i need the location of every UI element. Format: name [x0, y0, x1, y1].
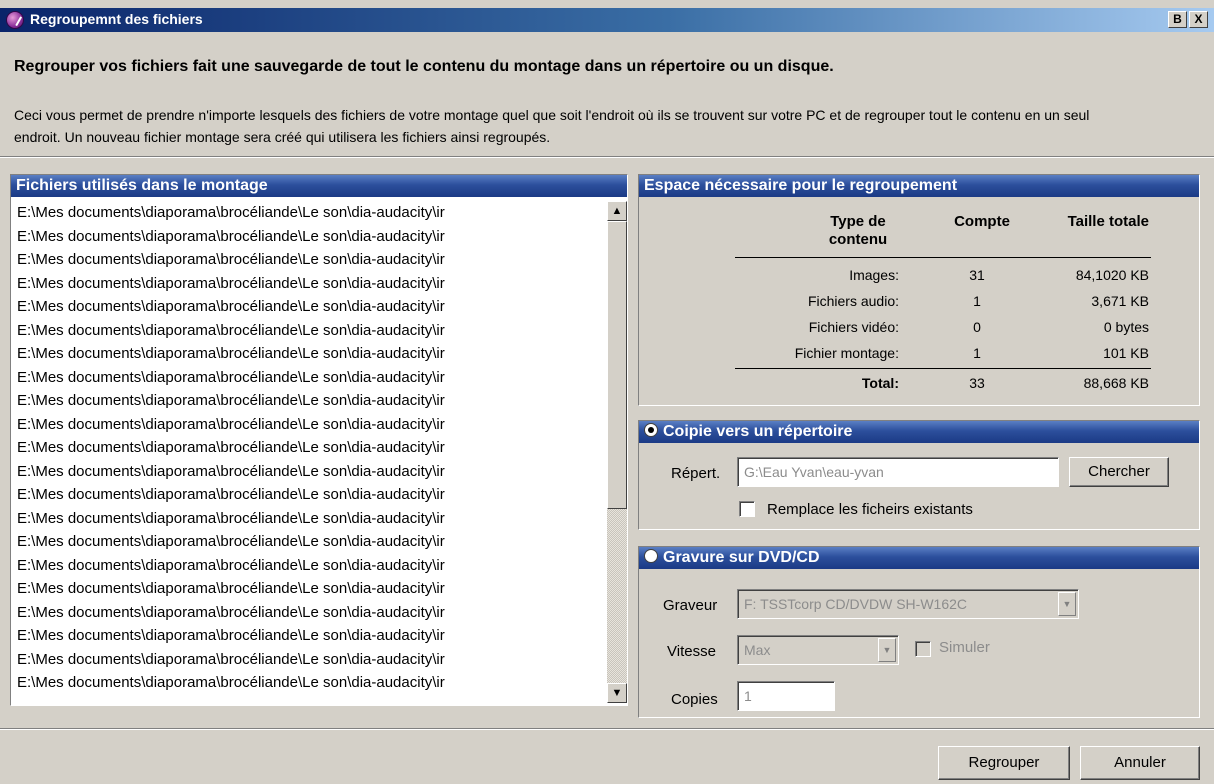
folder-label: Répert.	[671, 465, 721, 482]
copy-option-title: Coipie vers un répertoire	[663, 423, 853, 440]
burner-dropdown[interactable]: F: TSSTcorp CD/DVDW SH-W162C ▼	[737, 589, 1079, 619]
browse-button[interactable]: Chercher	[1069, 457, 1169, 487]
simulate-label: Simuler	[939, 639, 990, 656]
burner-value: F: TSSTcorp CD/DVDW SH-W162C	[744, 596, 967, 612]
scroll-down-arrow-icon[interactable]: ▼	[607, 683, 627, 703]
list-item[interactable]: E:\Mes documents\diaporama\brocéliande\L…	[11, 248, 607, 272]
window-title: Regroupemnt des fichiers	[30, 11, 203, 27]
burn-panel: Gravure sur DVD/CD Graveur F: TSSTcorp C…	[638, 546, 1200, 718]
space-panel: Espace nécessaire pour le regroupement T…	[638, 174, 1200, 406]
intro-heading: Regrouper vos fichiers fait une sauvegar…	[14, 58, 834, 75]
list-item[interactable]: E:\Mes documents\diaporama\brocéliande\L…	[11, 342, 607, 366]
list-item[interactable]: E:\Mes documents\diaporama\brocéliande\L…	[11, 624, 607, 648]
header-type-line2: contenu	[828, 231, 888, 248]
row-type: Fichiers vidéo:	[808, 319, 899, 335]
row-size: 101 KB	[1103, 345, 1149, 361]
burn-option-title: Gravure sur DVD/CD	[663, 549, 820, 566]
restore-button[interactable]: B	[1168, 11, 1187, 28]
list-item[interactable]: E:\Mes documents\diaporama\brocéliande\L…	[11, 483, 607, 507]
dropdown-arrow-icon[interactable]: ▼	[1058, 592, 1076, 616]
cancel-button[interactable]: Annuler	[1080, 746, 1200, 780]
row-type: Images:	[849, 267, 899, 283]
space-panel-title: Espace nécessaire pour le regroupement	[639, 175, 1199, 197]
close-button[interactable]: X	[1189, 11, 1208, 28]
speed-dropdown[interactable]: Max ▼	[737, 635, 899, 665]
scroll-up-arrow-icon[interactable]: ▲	[607, 201, 627, 221]
row-size: 84,1020 KB	[1075, 267, 1149, 283]
header-type: Type de contenu	[813, 213, 903, 249]
burn-option-header[interactable]: Gravure sur DVD/CD	[639, 547, 1199, 569]
row-size: 0 bytes	[1103, 319, 1149, 335]
list-item[interactable]: E:\Mes documents\diaporama\brocéliande\L…	[11, 577, 607, 601]
speed-value: Max	[744, 642, 771, 658]
files-panel: Fichiers utilisés dans le montage E:\Mes…	[10, 174, 628, 706]
copies-input[interactable]: 1	[737, 681, 835, 711]
file-list-scrollbar[interactable]: ▲ ▼	[607, 201, 627, 703]
list-item[interactable]: E:\Mes documents\diaporama\brocéliande\L…	[11, 507, 607, 531]
burn-radio[interactable]	[644, 549, 658, 563]
copy-option-header[interactable]: Coipie vers un répertoire	[639, 421, 1199, 443]
simulate-checkbox[interactable]	[915, 641, 931, 657]
scrollbar-thumb[interactable]	[607, 221, 627, 509]
speed-label: Vitesse	[667, 643, 716, 660]
row-count: 1	[973, 293, 981, 309]
total-count: 33	[969, 375, 985, 391]
regroup-button[interactable]: Regrouper	[938, 746, 1070, 780]
list-item[interactable]: E:\Mes documents\diaporama\brocéliande\L…	[11, 601, 607, 625]
list-item[interactable]: E:\Mes documents\diaporama\brocéliande\L…	[11, 530, 607, 554]
list-item[interactable]: E:\Mes documents\diaporama\brocéliande\L…	[11, 319, 607, 343]
burner-label: Graveur	[663, 597, 718, 614]
table-total-rule	[735, 368, 1151, 369]
folder-input[interactable]: G:\Eau Yvan\eau-yvan	[737, 457, 1059, 487]
app-logo-icon	[6, 11, 24, 29]
list-item[interactable]: E:\Mes documents\diaporama\brocéliande\L…	[11, 225, 607, 249]
list-item[interactable]: E:\Mes documents\diaporama\brocéliande\L…	[11, 554, 607, 578]
table-total-row: Total: 33 88,668 KB	[735, 371, 1151, 395]
list-item[interactable]: E:\Mes documents\diaporama\brocéliande\L…	[11, 201, 607, 225]
file-list[interactable]: E:\Mes documents\diaporama\brocéliande\L…	[11, 201, 607, 703]
table-row: Images: 31 84,1020 KB	[735, 263, 1151, 287]
dropdown-arrow-icon[interactable]: ▼	[878, 638, 896, 662]
row-count: 1	[973, 345, 981, 361]
total-size: 88,668 KB	[1083, 375, 1149, 391]
copy-radio[interactable]	[644, 423, 658, 437]
row-type: Fichiers audio:	[807, 293, 899, 309]
total-label: Total:	[861, 375, 899, 391]
list-item[interactable]: E:\Mes documents\diaporama\brocéliande\L…	[11, 366, 607, 390]
copy-panel: Coipie vers un répertoire Répert. G:\Eau…	[638, 420, 1200, 530]
replace-files-label: Remplace les ficheirs existants	[767, 501, 973, 518]
header-count: Compte	[954, 213, 1010, 230]
list-item[interactable]: E:\Mes documents\diaporama\brocéliande\L…	[11, 413, 607, 437]
table-row: Fichiers vidéo: 0 0 bytes	[735, 315, 1151, 339]
list-item[interactable]: E:\Mes documents\diaporama\brocéliande\L…	[11, 389, 607, 413]
table-row: Fichiers audio: 1 3,671 KB	[735, 289, 1151, 313]
list-item[interactable]: E:\Mes documents\diaporama\brocéliande\L…	[11, 295, 607, 319]
replace-files-checkbox[interactable]	[739, 501, 755, 517]
title-bar: Regroupemnt des fichiers B X	[0, 8, 1214, 32]
list-item[interactable]: E:\Mes documents\diaporama\brocéliande\L…	[11, 272, 607, 296]
list-item[interactable]: E:\Mes documents\diaporama\brocéliande\L…	[11, 648, 607, 672]
files-panel-title: Fichiers utilisés dans le montage	[11, 175, 627, 197]
row-count: 0	[973, 319, 981, 335]
header-size: Taille totale	[1067, 213, 1149, 230]
row-size: 3,671 KB	[1091, 293, 1149, 309]
copies-label: Copies	[671, 691, 718, 708]
header-type-line1: Type de	[830, 213, 886, 230]
row-count: 31	[969, 267, 985, 283]
list-item[interactable]: E:\Mes documents\diaporama\brocéliande\L…	[11, 460, 607, 484]
list-item[interactable]: E:\Mes documents\diaporama\brocéliande\L…	[11, 436, 607, 460]
row-type: Fichier montage:	[794, 345, 899, 361]
footer-divider	[0, 728, 1214, 730]
table-row: Fichier montage: 1 101 KB	[735, 341, 1151, 365]
list-item[interactable]: E:\Mes documents\diaporama\brocéliande\L…	[11, 671, 607, 695]
table-header-rule	[735, 257, 1151, 258]
header-divider	[0, 156, 1214, 158]
intro-description: Ceci vous permet de prendre n'importe le…	[14, 107, 1090, 145]
